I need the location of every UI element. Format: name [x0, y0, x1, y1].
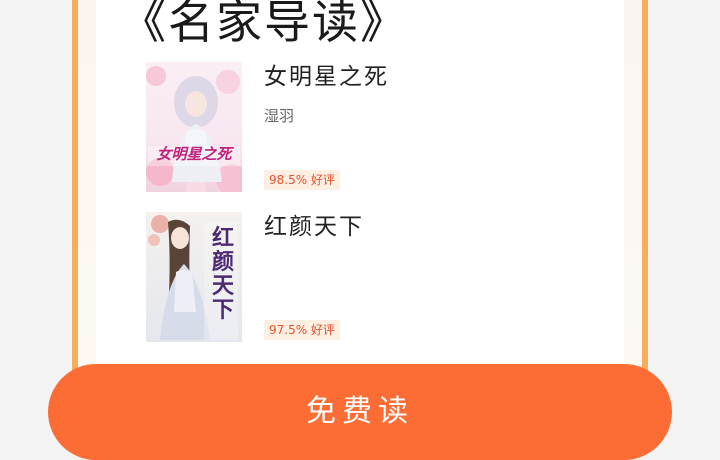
- cover-illustration-1: [146, 62, 242, 192]
- book-title[interactable]: 红颜天下: [264, 212, 364, 242]
- free-read-button[interactable]: 免费读: [48, 364, 672, 460]
- section-title: 《名家导读》: [120, 0, 408, 49]
- rating-badge: 98.5% 好评: [264, 170, 340, 190]
- rating-badge: 97.5% 好评: [264, 320, 340, 340]
- book-title[interactable]: 女明星之死: [264, 62, 389, 92]
- free-read-button-label: 免费读: [306, 394, 414, 429]
- cover-title-text: 女明星之死: [156, 145, 232, 163]
- book-cover-image[interactable]: 女明星之死: [146, 62, 242, 192]
- book-item-nvmingxing[interactable]: 女明星之死 女明星之死 湿羽 98.5% 好评: [146, 62, 606, 192]
- book-item-hongyan[interactable]: 红颜天下 红颜天下 97.5% 好评: [146, 212, 606, 342]
- cover-title-text: 红颜天下: [211, 225, 234, 323]
- book-cover-image[interactable]: 红颜天下: [146, 212, 242, 342]
- book-author: 湿羽: [264, 107, 295, 125]
